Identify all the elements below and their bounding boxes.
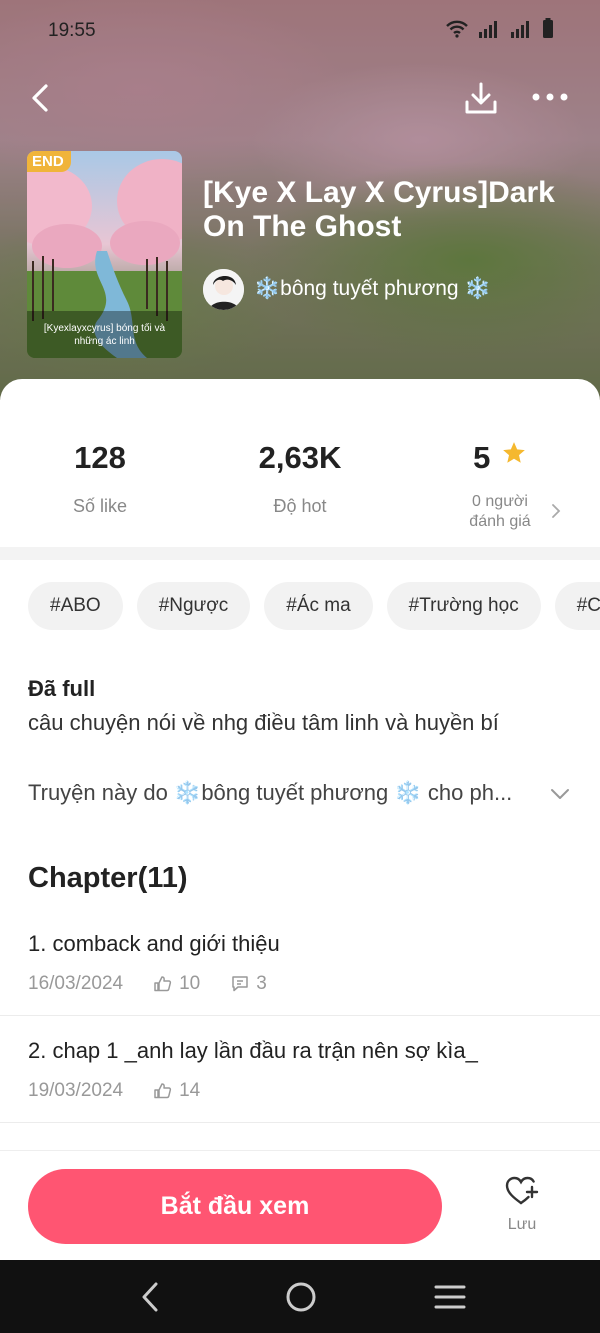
section-divider [0, 547, 600, 560]
system-navigation-bar [0, 1260, 600, 1333]
chapter-likes: 10 [179, 973, 201, 994]
list-item[interactable]: 1. comback and giới thiệu 16/03/2024 10 … [0, 928, 600, 1016]
tag-chip[interactable]: #C [554, 582, 600, 630]
hot-count: 2,63K [258, 440, 342, 475]
avatar-image [203, 268, 244, 310]
stat-likes: 128 Số like [0, 440, 200, 517]
hot-label: Độ hot [273, 496, 327, 516]
stats-row: 128 Số like 2,63K Độ hot 5 0 người đánh … [0, 440, 600, 540]
stat-hot: 2,63K Độ hot [200, 440, 400, 517]
thumbs-up-icon [154, 976, 172, 992]
status-bar: 19:55 [0, 0, 600, 60]
top-navigation [0, 76, 600, 120]
rating-value: 5 [473, 440, 491, 475]
chapter-title: 1. comback and giới thiệu [28, 931, 280, 956]
rating-sub-label: đánh giá [469, 513, 531, 530]
comment-icon [232, 976, 248, 992]
author-name: ❄️bông tuyết phương ❄️ [254, 277, 491, 300]
status-icons [446, 18, 554, 38]
likes-count: 128 [74, 440, 126, 475]
rating-label: 0 người đánh giá [400, 492, 600, 532]
row-divider [0, 1122, 600, 1123]
list-item[interactable]: 2. chap 1 _anh lay lần đầu ra trận nên s… [0, 1035, 600, 1123]
more-options-button[interactable] [530, 84, 570, 110]
battery-icon [543, 18, 553, 38]
chapter-heading: Chapter(11) [28, 862, 188, 894]
nav-home-icon[interactable] [284, 1280, 318, 1314]
rating-count-label: 0 người [472, 493, 528, 510]
chapter-likes: 14 [179, 1080, 201, 1101]
chapter-date: 16/03/2024 [28, 973, 124, 994]
save-label: Lưu [507, 1216, 537, 1233]
download-button[interactable] [462, 78, 500, 118]
cover-caption: [Kyexlayxcyrus] bóng tối và những ác lin… [43, 323, 166, 347]
clock: 19:55 [48, 20, 96, 41]
tag-chip[interactable]: #Ác ma [264, 582, 373, 630]
end-badge: END [27, 151, 71, 172]
signal-icon-2 [511, 21, 529, 38]
chevron-left-icon [32, 84, 48, 112]
nav-menu-icon[interactable] [433, 1280, 467, 1314]
save-button[interactable]: Lưu [495, 1175, 549, 1234]
download-icon [465, 82, 497, 114]
heart-plus-icon [505, 1176, 539, 1205]
chapter-meta: 19/03/2024 14 [28, 1080, 200, 1102]
chapter-title: 2. chap 1 _anh lay lần đầu ra trận nên s… [28, 1038, 478, 1063]
chapter-meta: 16/03/2024 10 3 [28, 973, 267, 995]
tag-chip[interactable]: #Trường học [386, 582, 541, 630]
tag-chip[interactable]: #ABO [28, 582, 123, 630]
avatar [203, 268, 244, 310]
story-credit[interactable]: Truyện này do ❄️bông tuyết phương ❄️ cho… [28, 780, 548, 806]
more-dots-icon [532, 93, 568, 101]
nav-back-icon[interactable] [138, 1280, 162, 1314]
chapter-date: 19/03/2024 [28, 1080, 124, 1101]
back-button[interactable] [24, 78, 60, 118]
signal-icon [479, 21, 497, 38]
author-link[interactable]: ❄️bông tuyết phương ❄️ [203, 268, 491, 310]
row-divider [0, 1015, 600, 1016]
star-icon [503, 442, 525, 463]
tag-list: #ABO #Ngược #Ác ma #Trường học #C [28, 582, 600, 630]
chevron-down-icon[interactable] [549, 786, 571, 802]
tag-chip[interactable]: #Ngược [136, 582, 251, 630]
stat-rating[interactable]: 5 0 người đánh giá [400, 440, 600, 532]
completion-status: Đã full [28, 676, 96, 701]
book-cover[interactable]: END [Kyexlayxcyrus] bóng tối và những ác… [27, 151, 182, 358]
book-title: [Kye X Lay X Cyrus]Dark On The Ghost [203, 176, 555, 243]
story-description: câu chuyện nói về nhg điều tâm linh và h… [28, 710, 499, 735]
rating-value-row: 5 [400, 440, 600, 480]
start-reading-button[interactable]: Bắt đầu xem [28, 1169, 442, 1244]
chevron-right-icon [552, 504, 561, 518]
bottom-action-bar: Bắt đầu xem Lưu [0, 1150, 600, 1260]
chapter-comments: 3 [256, 973, 267, 994]
wifi-icon [446, 20, 468, 38]
likes-label: Số like [72, 496, 128, 516]
thumbs-up-icon [154, 1083, 172, 1099]
